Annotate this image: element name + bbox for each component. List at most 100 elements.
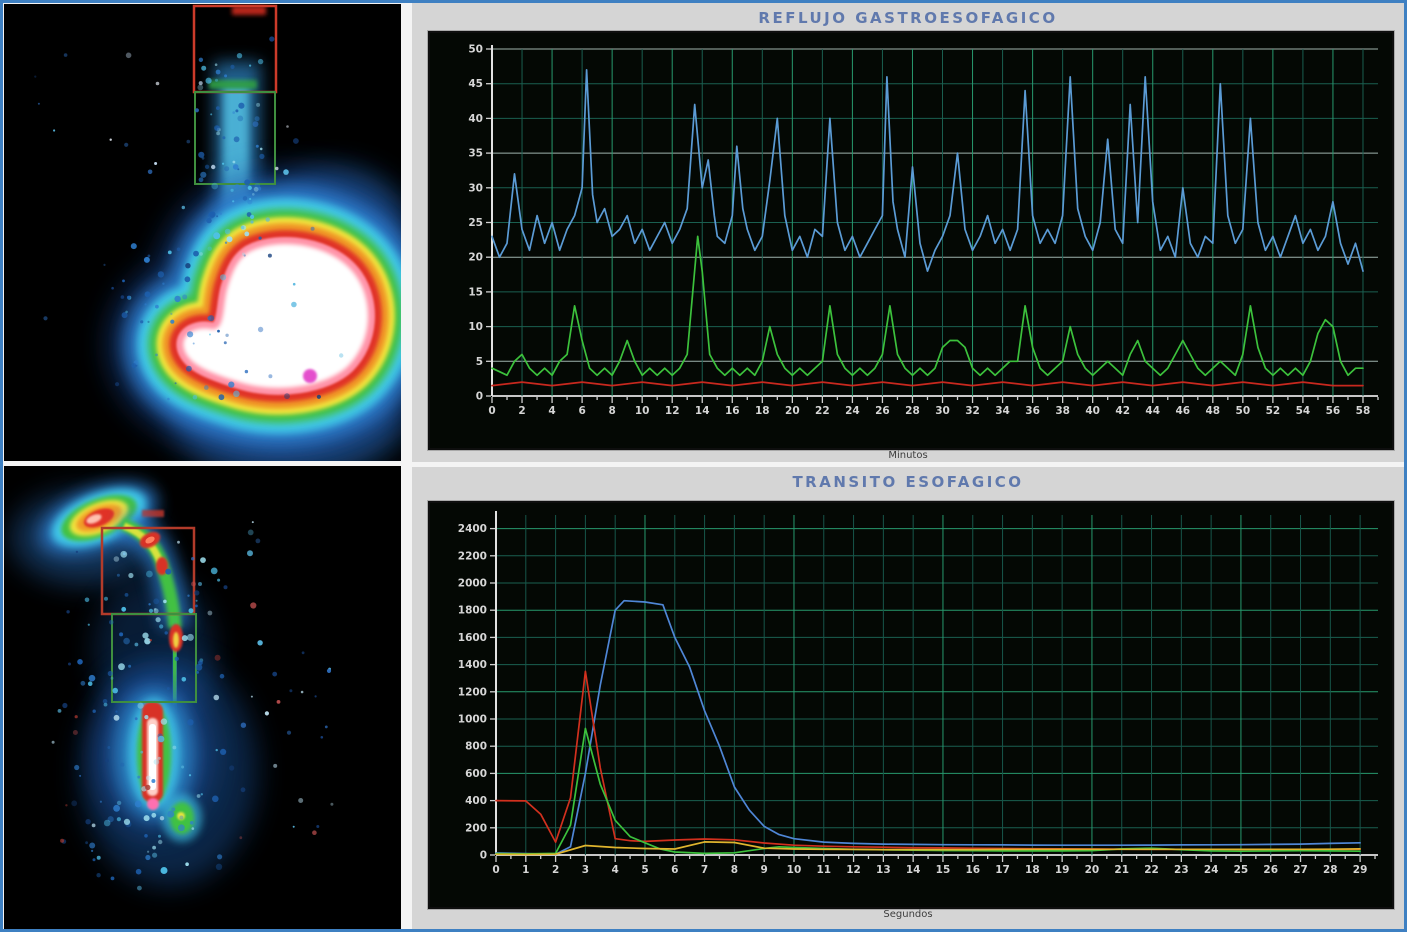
svg-text:1000: 1000 (458, 714, 487, 726)
transit-chart-panel: TRANSITO ESOFAGICO 012345678910111213141… (412, 467, 1404, 929)
svg-text:1200: 1200 (458, 686, 487, 698)
series-curva-roja (496, 671, 1360, 849)
svg-text:0: 0 (480, 850, 487, 862)
svg-text:56: 56 (1326, 405, 1341, 417)
svg-text:6: 6 (578, 405, 585, 417)
series-curva-roja (492, 382, 1363, 386)
svg-text:5: 5 (476, 356, 483, 368)
svg-text:35: 35 (468, 148, 483, 160)
svg-text:29: 29 (1353, 864, 1368, 876)
svg-text:26: 26 (1263, 864, 1278, 876)
reflux-chart-box: 0246810121416182022242628303234363840424… (428, 31, 1394, 450)
series-group (496, 601, 1360, 855)
svg-text:10: 10 (787, 864, 802, 876)
svg-text:16: 16 (965, 864, 980, 876)
svg-text:10: 10 (468, 321, 483, 333)
svg-text:2400: 2400 (458, 523, 487, 535)
svg-text:30: 30 (935, 405, 950, 417)
svg-text:2: 2 (518, 405, 525, 417)
svg-text:12: 12 (846, 864, 861, 876)
svg-text:25: 25 (1234, 864, 1249, 876)
svg-text:54: 54 (1296, 405, 1311, 417)
svg-text:1400: 1400 (458, 659, 487, 671)
reflux-chart-title: REFLUJO GASTROESOFAGICO (412, 3, 1404, 27)
svg-text:800: 800 (465, 741, 487, 753)
svg-text:1600: 1600 (458, 632, 487, 644)
esophageal-scintigram-graphic (4, 466, 401, 929)
svg-text:2200: 2200 (458, 550, 487, 562)
svg-text:8: 8 (608, 405, 615, 417)
svg-text:48: 48 (1206, 405, 1221, 417)
svg-text:14: 14 (906, 864, 921, 876)
svg-text:36: 36 (1025, 405, 1040, 417)
transit-chart-box: 0123456789101112131415161718192021222324… (428, 501, 1394, 909)
esophageal-scintigraphy-image (4, 466, 401, 929)
transit-chart-title: TRANSITO ESOFAGICO (412, 467, 1404, 491)
roi-red-marker (232, 6, 266, 15)
svg-text:0: 0 (476, 391, 483, 403)
svg-text:26: 26 (875, 405, 890, 417)
svg-text:15: 15 (468, 286, 483, 298)
svg-text:28: 28 (1323, 864, 1338, 876)
transit-x-axis-label: Segundos (412, 909, 1404, 920)
svg-text:12: 12 (665, 405, 680, 417)
svg-text:18: 18 (755, 405, 770, 417)
svg-text:14: 14 (695, 405, 710, 417)
svg-text:2: 2 (552, 864, 559, 876)
svg-text:0: 0 (488, 405, 495, 417)
svg-text:10: 10 (635, 405, 650, 417)
gastric-scintigraphy-image (4, 4, 401, 461)
svg-text:20: 20 (785, 405, 800, 417)
svg-text:30: 30 (468, 182, 483, 194)
series-group (492, 70, 1363, 386)
svg-text:2000: 2000 (458, 578, 487, 590)
axis-ticks-and-labels: 0123456789101112131415161718192021222324… (458, 523, 1375, 876)
svg-text:4: 4 (612, 864, 619, 876)
svg-text:15: 15 (936, 864, 951, 876)
svg-text:9: 9 (761, 864, 768, 876)
hotspot-magenta-dot (303, 369, 317, 383)
svg-text:22: 22 (815, 405, 830, 417)
svg-text:45: 45 (468, 78, 483, 90)
svg-text:44: 44 (1145, 405, 1160, 417)
svg-text:25: 25 (468, 217, 483, 229)
svg-text:1800: 1800 (458, 605, 487, 617)
svg-text:58: 58 (1356, 405, 1371, 417)
svg-text:52: 52 (1266, 405, 1281, 417)
svg-text:23: 23 (1174, 864, 1189, 876)
svg-text:200: 200 (465, 822, 487, 834)
svg-text:50: 50 (1236, 405, 1251, 417)
red-marker-smudge (142, 510, 164, 517)
svg-text:38: 38 (1055, 405, 1070, 417)
svg-text:46: 46 (1175, 405, 1190, 417)
svg-text:7: 7 (701, 864, 708, 876)
svg-text:1: 1 (522, 864, 529, 876)
reflux-x-axis-label: Minutos (412, 450, 1404, 461)
gastric-scintigram-graphic (4, 4, 401, 461)
svg-text:18: 18 (1025, 864, 1040, 876)
transit-chart-graphic: 0123456789101112131415161718192021222324… (430, 503, 1392, 907)
svg-text:19: 19 (1055, 864, 1070, 876)
svg-text:600: 600 (465, 768, 487, 780)
svg-text:5: 5 (641, 864, 648, 876)
series-curva-azul (496, 601, 1360, 855)
reflux-chart-panel: REFLUJO GASTROESOFAGICO 0246810121416182… (412, 3, 1404, 462)
svg-text:42: 42 (1115, 405, 1130, 417)
svg-text:21: 21 (1114, 864, 1129, 876)
series-curva-verde (496, 729, 1360, 854)
svg-text:400: 400 (465, 795, 487, 807)
series-curva-azul (492, 70, 1363, 271)
svg-text:27: 27 (1293, 864, 1308, 876)
svg-text:11: 11 (816, 864, 831, 876)
svg-text:20: 20 (1085, 864, 1100, 876)
svg-text:22: 22 (1144, 864, 1159, 876)
svg-text:34: 34 (995, 405, 1010, 417)
svg-text:8: 8 (731, 864, 738, 876)
svg-text:3: 3 (582, 864, 589, 876)
svg-text:20: 20 (468, 252, 483, 264)
svg-text:28: 28 (905, 405, 920, 417)
svg-text:32: 32 (965, 405, 980, 417)
figure: REFLUJO GASTROESOFAGICO 0246810121416182… (0, 0, 1407, 932)
svg-text:4: 4 (548, 405, 555, 417)
svg-text:16: 16 (725, 405, 740, 417)
